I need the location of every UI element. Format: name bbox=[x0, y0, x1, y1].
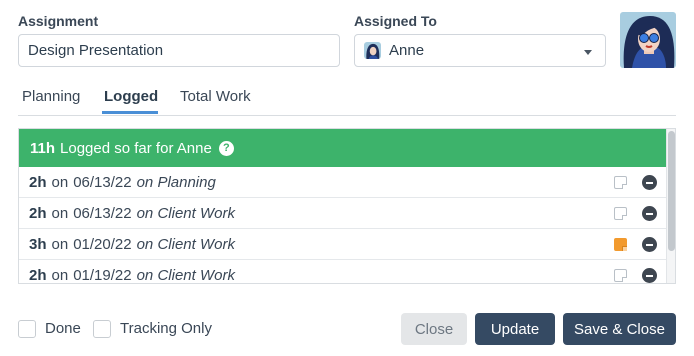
assignee-avatar-icon bbox=[364, 42, 381, 59]
note-icon[interactable] bbox=[614, 207, 627, 220]
entry-date: 01/20/22 bbox=[73, 235, 132, 253]
log-entry-row: 2h on 01/19/22 on Client Work bbox=[19, 260, 666, 284]
tracking-only-checkbox[interactable] bbox=[93, 320, 111, 338]
active-tab-indicator bbox=[102, 111, 158, 114]
log-entry-row: 3h on 01/20/22 on Client Work bbox=[19, 229, 666, 260]
entry-category: on Client Work bbox=[136, 266, 235, 284]
summary-hours: 11h bbox=[30, 139, 56, 157]
done-checkbox[interactable] bbox=[18, 320, 36, 338]
entry-hours: 3h bbox=[29, 235, 47, 253]
woman-avatar-icon bbox=[620, 12, 676, 68]
entry-on-text: on bbox=[51, 266, 69, 284]
entry-hours: 2h bbox=[29, 204, 47, 222]
tab-logged[interactable]: Logged bbox=[104, 88, 158, 105]
minus-circle-icon[interactable] bbox=[642, 175, 657, 190]
assignment-label: Assignment bbox=[18, 13, 99, 29]
entry-on-text: on bbox=[51, 235, 69, 253]
logged-entries-panel: 11h Logged so far for Anne ? 2h on 06/13… bbox=[18, 128, 676, 284]
question-circle-icon[interactable]: ? bbox=[218, 140, 234, 156]
minus-circle-icon[interactable] bbox=[642, 268, 657, 283]
assigned-to-value: Anne bbox=[389, 42, 425, 59]
minus-circle-icon[interactable] bbox=[642, 237, 657, 252]
done-label: Done bbox=[45, 320, 81, 337]
note-icon[interactable] bbox=[614, 238, 627, 251]
entry-date: 06/13/22 bbox=[73, 173, 132, 191]
tracking-only-label: Tracking Only bbox=[120, 320, 212, 337]
entry-on-text: on bbox=[51, 173, 69, 191]
summary-text: Logged so far for Anne bbox=[60, 139, 212, 157]
minus-circle-icon[interactable] bbox=[642, 206, 657, 221]
note-icon[interactable] bbox=[614, 269, 627, 282]
entry-category: on Client Work bbox=[136, 204, 235, 222]
tabs-divider bbox=[18, 115, 676, 116]
tab-planning[interactable]: Planning bbox=[22, 88, 80, 105]
entry-date: 06/13/22 bbox=[73, 204, 132, 222]
log-entry-row: 2h on 06/13/22 on Client Work bbox=[19, 198, 666, 229]
assignment-value: Design Presentation bbox=[28, 42, 164, 59]
entry-category: on Client Work bbox=[136, 235, 235, 253]
close-button[interactable]: Close bbox=[401, 313, 467, 345]
log-entry-row: 2h on 06/13/22 on Planning bbox=[19, 167, 666, 198]
save-and-close-button[interactable]: Save & Close bbox=[563, 313, 676, 345]
entry-date: 01/19/22 bbox=[73, 266, 132, 284]
assigned-to-label: Assigned To bbox=[354, 13, 437, 29]
assigned-to-select[interactable]: Anne bbox=[354, 34, 606, 67]
update-button[interactable]: Update bbox=[475, 313, 555, 345]
chevron-down-icon bbox=[584, 50, 592, 55]
logged-summary-bar: 11h Logged so far for Anne ? bbox=[19, 129, 666, 167]
entry-hours: 2h bbox=[29, 266, 47, 284]
note-icon[interactable] bbox=[614, 176, 627, 189]
log-scrollbar[interactable] bbox=[666, 129, 675, 283]
scrollbar-thumb[interactable] bbox=[668, 131, 675, 251]
tab-total-work[interactable]: Total Work bbox=[180, 88, 251, 105]
entry-on-text: on bbox=[51, 204, 69, 222]
assignment-input[interactable]: Design Presentation bbox=[18, 34, 340, 67]
entry-hours: 2h bbox=[29, 173, 47, 191]
entry-category: on Planning bbox=[136, 173, 216, 191]
